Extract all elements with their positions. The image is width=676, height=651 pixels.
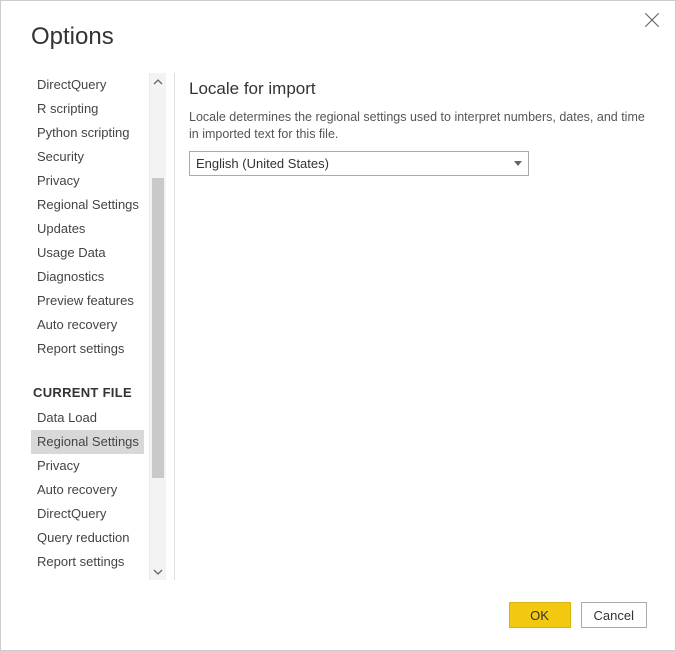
sidebar-item-regional-settings-global[interactable]: Regional Settings [31,193,144,217]
sidebar-item-auto-recovery-global[interactable]: Auto recovery [31,313,144,337]
sidebar: DirectQuery R scripting Python scripting… [31,73,166,580]
locale-dropdown-value: English (United States) [196,156,329,171]
sidebar-item-updates[interactable]: Updates [31,217,144,241]
sidebar-item-regional-settings-file[interactable]: Regional Settings [31,430,144,454]
scroll-up-icon[interactable] [150,73,166,90]
sidebar-item-diagnostics[interactable]: Diagnostics [31,265,144,289]
sidebar-item-data-load[interactable]: Data Load [31,406,144,430]
sidebar-item-query-reduction[interactable]: Query reduction [31,526,144,550]
dialog-body: DirectQuery R scripting Python scripting… [31,73,645,580]
sidebar-item-privacy[interactable]: Privacy [31,169,144,193]
content-pane: Locale for import Locale determines the … [189,73,645,580]
scroll-down-icon[interactable] [150,563,166,580]
sidebar-item-report-settings-file[interactable]: Report settings [31,550,144,574]
scroll-thumb[interactable] [152,178,164,478]
sidebar-item-preview-features[interactable]: Preview features [31,289,144,313]
sidebar-item-report-settings-global[interactable]: Report settings [31,337,144,361]
ok-button[interactable]: OK [509,602,571,628]
section-description: Locale determines the regional settings … [189,109,645,143]
sidebar-item-directquery[interactable]: DirectQuery [31,73,144,97]
vertical-separator [174,73,175,580]
sidebar-item-r-scripting[interactable]: R scripting [31,97,144,121]
sidebar-item-usage-data[interactable]: Usage Data [31,241,144,265]
dialog-title: Options [31,23,114,51]
sidebar-item-security[interactable]: Security [31,145,144,169]
sidebar-scrollbar[interactable] [149,73,166,580]
sidebar-item-privacy-file[interactable]: Privacy [31,454,144,478]
sidebar-section-header: CURRENT FILE [31,361,144,406]
sidebar-list: DirectQuery R scripting Python scripting… [31,73,144,580]
dialog-button-bar: OK Cancel [509,602,647,628]
close-button[interactable] [643,11,661,29]
sidebar-item-directquery-file[interactable]: DirectQuery [31,502,144,526]
sidebar-item-python-scripting[interactable]: Python scripting [31,121,144,145]
cancel-button[interactable]: Cancel [581,602,647,628]
sidebar-item-auto-recovery-file[interactable]: Auto recovery [31,478,144,502]
section-title: Locale for import [189,79,645,99]
locale-dropdown[interactable]: English (United States) [189,151,529,176]
chevron-down-icon [514,161,522,167]
